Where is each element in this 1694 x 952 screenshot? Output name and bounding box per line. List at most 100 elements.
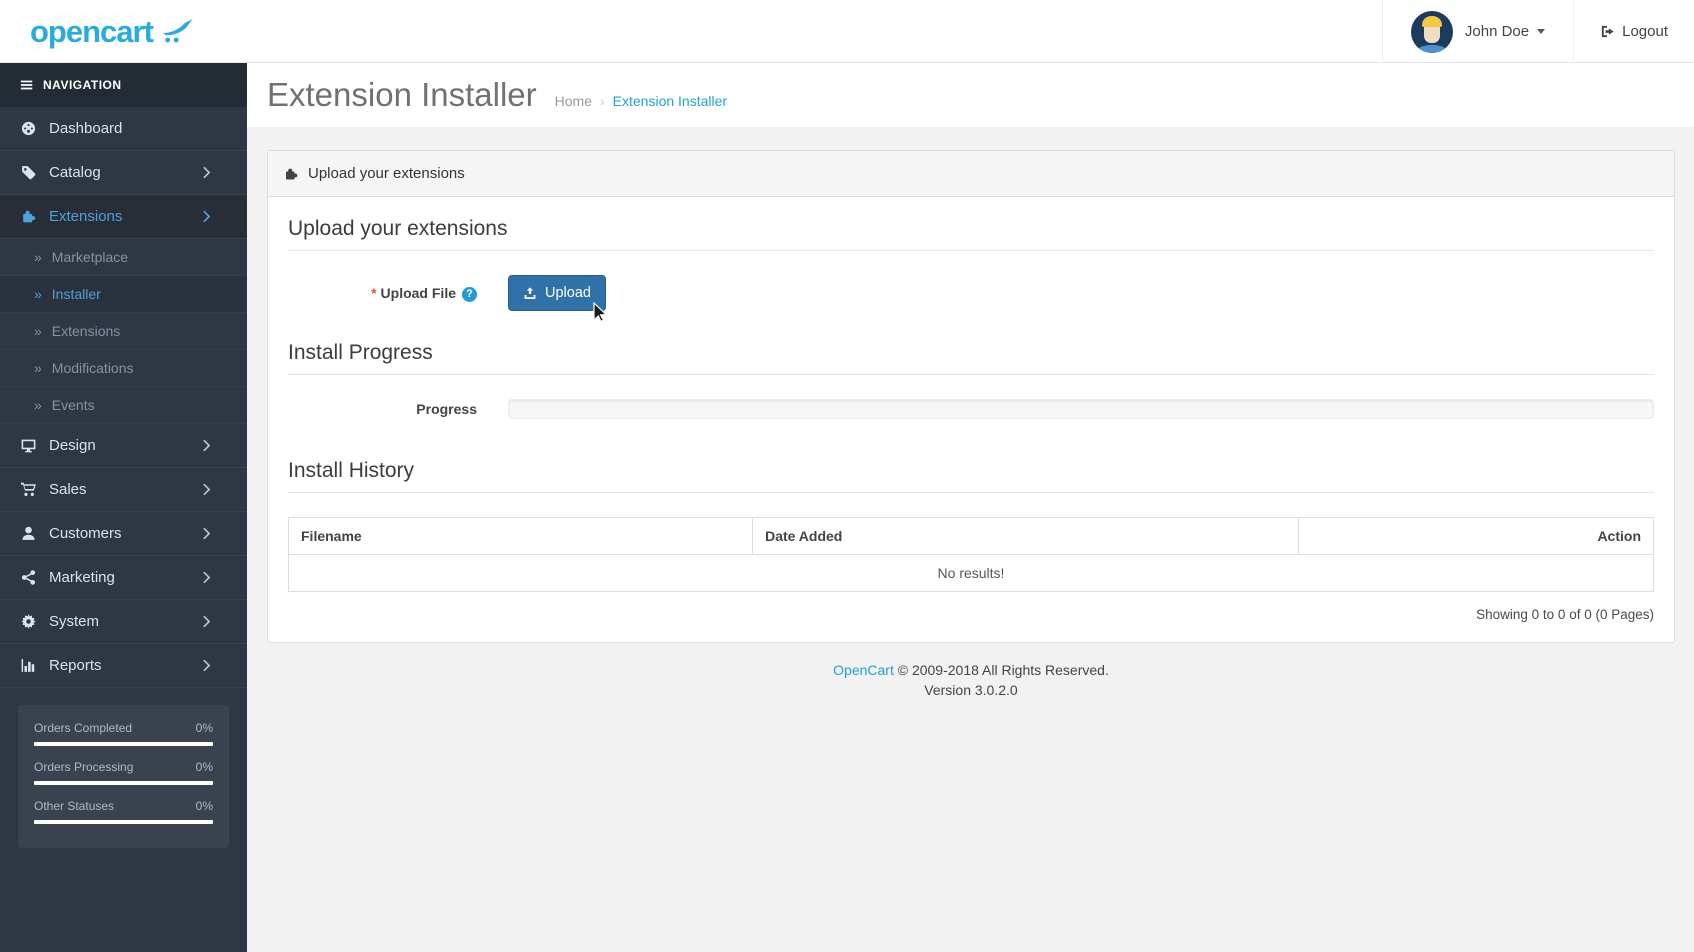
sidebar-menu: Dashboard Catalog Extensions » Marketpla…	[0, 107, 247, 688]
bar-chart-icon	[20, 657, 37, 674]
column-header-filename: Filename	[287, 517, 754, 555]
sidebar-item-dashboard[interactable]: Dashboard	[0, 107, 247, 151]
mouse-cursor	[593, 302, 611, 322]
share-icon	[20, 569, 37, 586]
logout-label: Logout	[1622, 23, 1668, 40]
double-angle-icon: »	[34, 397, 42, 413]
stat-orders-processing: Orders Processing 0%	[34, 760, 213, 774]
stat-bar	[34, 781, 213, 785]
sidebar-item-label: Catalog	[49, 164, 101, 181]
dashboard-icon	[20, 120, 37, 137]
double-angle-icon: »	[34, 286, 42, 302]
page-header: Extension Installer Home › Extension Ins…	[247, 63, 1694, 127]
sidebar-item-extensions[interactable]: Extensions	[0, 195, 247, 239]
no-results-message: No results!	[288, 554, 1654, 592]
sidebar-item-label: Marketing	[49, 569, 115, 586]
sidebar-subitem-events[interactable]: » Events	[0, 387, 247, 424]
required-marker: *	[371, 284, 377, 301]
copyright-text: © 2009-2018 All Rights Reserved.	[897, 662, 1109, 678]
opencart-logo[interactable]: opencart	[30, 0, 199, 63]
chevron-right-icon	[198, 569, 215, 586]
cart-logo-icon	[161, 18, 199, 45]
sidebar-item-marketing[interactable]: Marketing	[0, 556, 247, 600]
header-user-area: John Doe Logout	[1381, 0, 1694, 63]
chevron-right-icon	[198, 525, 215, 542]
upload-file-label: * Upload File?	[288, 285, 508, 302]
stat-bar	[34, 742, 213, 746]
sidebar-subitem-installer[interactable]: » Installer	[0, 276, 247, 313]
footer: OpenCart © 2009-2018 All Rights Reserved…	[267, 660, 1675, 721]
upload-icon	[523, 286, 537, 300]
footer-version-line: Version 3.0.2.0	[924, 682, 1018, 699]
upload-file-row: * Upload File? Upload	[288, 275, 1654, 311]
nav-title: NAVIGATION	[43, 78, 122, 92]
help-icon[interactable]: ?	[462, 286, 477, 302]
sidebar-item-catalog[interactable]: Catalog	[0, 151, 247, 195]
stat-label: Orders Processing	[34, 760, 134, 774]
logo-text: opencart	[30, 13, 154, 49]
hamburger-icon	[20, 78, 34, 92]
sidebar-item-label: Reports	[49, 657, 102, 674]
sidebar-item-label: Sales	[49, 481, 87, 498]
chevron-right-icon	[198, 164, 215, 181]
sidebar-item-label: Customers	[49, 525, 122, 542]
opencart-footer-link[interactable]: OpenCart	[833, 662, 894, 678]
chevron-right-icon	[198, 613, 215, 630]
chevron-right-icon	[198, 437, 215, 454]
caret-down-icon	[1537, 29, 1546, 34]
sidebar-navigation-header: NAVIGATION	[0, 63, 247, 107]
progress-label: Progress	[416, 401, 477, 417]
chevron-right-icon	[198, 208, 215, 225]
upload-file-label-text: Upload File	[380, 284, 456, 301]
sidebar-item-label: Extensions	[49, 208, 123, 225]
sidebar-item-design[interactable]: Design	[0, 424, 247, 468]
double-angle-icon: »	[34, 323, 42, 339]
stat-value: 0%	[195, 721, 213, 735]
sidebar-item-sales[interactable]: Sales	[0, 468, 247, 512]
breadcrumb-home-link[interactable]: Home	[555, 93, 592, 109]
sidebar-subitem-label: Installer	[51, 286, 101, 302]
puzzle-icon	[20, 208, 37, 225]
sidebar-item-system[interactable]: System	[0, 600, 247, 644]
user-menu-button[interactable]: John Doe	[1383, 0, 1573, 63]
column-header-date-added: Date Added	[752, 517, 1300, 555]
sidebar: NAVIGATION Dashboard Catalog Extensions …	[0, 63, 247, 952]
sidebar-subitem-marketplace[interactable]: » Marketplace	[0, 239, 247, 276]
install-progress-row: Progress	[288, 399, 1654, 419]
monitor-icon	[20, 437, 37, 454]
extensions-submenu: » Marketplace » Installer » Extensions »…	[0, 239, 247, 424]
sidebar-item-label: Design	[49, 437, 96, 454]
stat-orders-completed: Orders Completed 0%	[34, 721, 213, 735]
progress-bar	[508, 399, 1654, 419]
upload-button-label: Upload	[545, 285, 591, 301]
panel-heading: Upload your extensions	[268, 151, 1674, 197]
chevron-right-icon	[198, 657, 215, 674]
sidebar-item-customers[interactable]: Customers	[0, 512, 247, 556]
stat-value: 0%	[195, 799, 213, 813]
stat-label: Orders Completed	[34, 721, 133, 735]
top-header-bar: opencart John Doe Logout	[0, 0, 1694, 63]
installer-panel: Upload your extensions Upload your exten…	[267, 150, 1675, 643]
tags-icon	[20, 164, 37, 181]
order-stats-panel: Orders Completed 0% Orders Processing 0%…	[18, 705, 229, 848]
panel-title: Upload your extensions	[308, 165, 465, 182]
upload-button[interactable]: Upload	[508, 275, 606, 311]
puzzle-icon	[283, 166, 299, 182]
sidebar-subitem-label: Marketplace	[51, 249, 129, 265]
sidebar-subitem-modifications[interactable]: » Modifications	[0, 350, 247, 387]
user-name: John Doe	[1464, 23, 1530, 40]
sidebar-subitem-extensions[interactable]: » Extensions	[0, 313, 247, 350]
breadcrumb-current-link[interactable]: Extension Installer	[613, 93, 727, 109]
stat-other-statuses: Other Statuses 0%	[34, 799, 213, 813]
sidebar-item-label: System	[49, 613, 100, 630]
page-title: Extension Installer	[267, 76, 537, 113]
sidebar-item-reports[interactable]: Reports	[0, 644, 247, 688]
breadcrumb: Home › Extension Installer	[555, 93, 727, 109]
table-header-row: Filename Date Added Action	[287, 517, 1654, 555]
table-empty-row: No results!	[288, 554, 1654, 592]
breadcrumb-separator: ›	[600, 93, 605, 109]
shopping-cart-icon	[20, 481, 37, 498]
progress-section-legend: Install Progress	[288, 341, 1654, 375]
content-area: Upload your extensions Upload your exten…	[247, 127, 1694, 721]
logout-button[interactable]: Logout	[1574, 0, 1694, 63]
